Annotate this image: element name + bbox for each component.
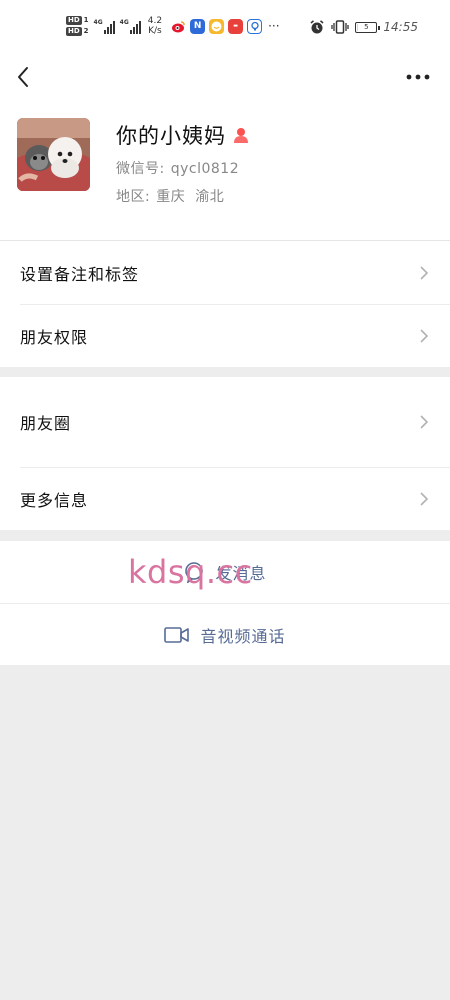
chevron-left-icon[interactable] [12, 62, 36, 92]
sim-number: 1 [83, 16, 89, 24]
region-line: 地区: 重庆 渝北 [116, 186, 224, 206]
send-message-button[interactable]: 发消息 [0, 541, 450, 603]
vibrate-icon [331, 20, 350, 34]
settings-group: 设置备注和标签 朋友权限 [0, 241, 450, 367]
friend-permissions-row[interactable]: 朋友权限 [0, 305, 450, 367]
weibo-icon [171, 18, 187, 34]
dual-sim-indicator: HD 1 HD 2 [66, 16, 89, 36]
more-info-row[interactable]: 更多信息 [0, 468, 450, 530]
more-dots-icon[interactable] [404, 64, 432, 90]
region-label: 地区: [116, 189, 151, 205]
speed-unit: K/s [148, 26, 162, 36]
status-time: 14:55 [383, 20, 418, 34]
chevron-right-icon [420, 329, 429, 343]
network-type: 4G [93, 18, 103, 26]
chevron-right-icon [420, 492, 429, 506]
more-notifications: ··· [268, 19, 280, 33]
female-icon [234, 128, 248, 143]
hd-badge: HD [66, 27, 82, 36]
video-call-button[interactable]: 音视频通话 [0, 604, 450, 665]
region-district: 渝北 [195, 189, 225, 205]
moments-label: 朋友圈 [20, 414, 72, 433]
sim-number: 2 [83, 27, 89, 35]
video-call-label: 音视频通话 [200, 626, 286, 646]
alarm-icon [310, 20, 324, 34]
hd-badge: HD [66, 16, 82, 25]
profile-name: 你的小姨妈 [116, 124, 226, 148]
wechat-id: qycl0812 [170, 161, 240, 177]
avatar[interactable] [17, 118, 90, 191]
moments-group: 朋友圈 更多信息 [0, 377, 450, 530]
network-speed: 4.2 K/s [148, 16, 162, 36]
signal-icon: 4G [120, 19, 141, 34]
video-camera-icon [164, 626, 190, 643]
blue-app-icon [247, 18, 263, 34]
smile-app-icon [209, 18, 225, 34]
status-bar: HD 1 HD 2 4G 4G 4.2 K/s N ▬ ··· 5 14:55 [0, 0, 450, 56]
wechat-id-label: 微信号: [116, 161, 165, 177]
speed-value: 4.2 [147, 16, 163, 26]
wechat-id-line: 微信号: qycl0812 [116, 158, 239, 178]
friend-permissions-label: 朋友权限 [20, 328, 89, 347]
chevron-right-icon [420, 265, 429, 280]
signal-icon: 4G [94, 19, 115, 34]
chevron-right-icon [420, 415, 429, 429]
remark-tags-label: 设置备注和标签 [20, 264, 140, 284]
network-type: 4G [119, 18, 129, 26]
send-message-label: 发消息 [215, 564, 267, 583]
n-app-icon: N [190, 18, 206, 34]
battery-icon: 5 [355, 21, 381, 33]
moments-row[interactable]: 朋友圈 [0, 377, 450, 467]
region-city: 重庆 [156, 189, 186, 205]
chat-bubble-icon [185, 562, 204, 583]
more-info-label: 更多信息 [20, 491, 89, 510]
battery-level: 5 [364, 23, 369, 31]
remark-tags-row[interactable]: 设置备注和标签 [0, 241, 450, 304]
profile-card: 你的小姨妈 微信号: qycl0812 地区: 重庆 渝北 [0, 100, 450, 240]
red-app-icon: ▬ [228, 18, 244, 34]
actions-group: 发消息 音视频通话 [0, 541, 450, 665]
nav-bar [0, 56, 450, 100]
battery-fill [357, 23, 359, 31]
